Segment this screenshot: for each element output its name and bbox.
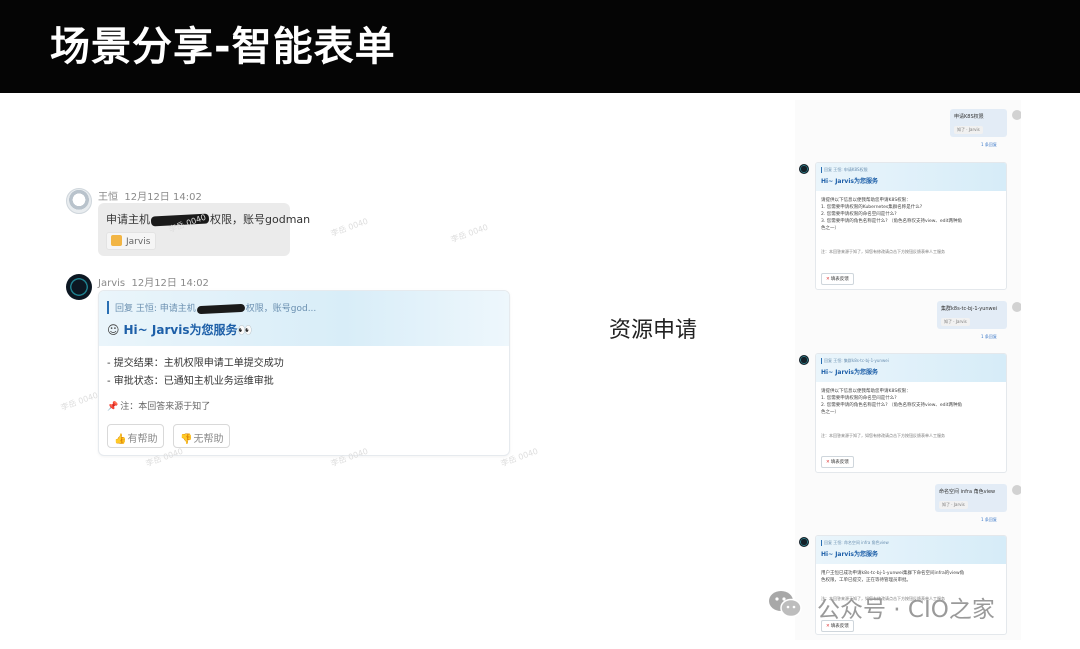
wechat-icon: [769, 591, 802, 618]
jarvis-mention-chip[interactable]: Jarvis: [106, 232, 157, 250]
reply-quote[interactable]: 回复 王恒: 申请主机 权限，账号god...: [107, 301, 316, 314]
title-banner: 场景分享-智能表单: [0, 0, 1080, 93]
wechat-account-watermark: 公众号 · CIO之家: [817, 597, 995, 623]
thumb-bot-card: 回复 王恒: 集群k8s-tc-bj-1-yunwei Hi~ Jarvis为您…: [815, 353, 1007, 473]
thumb-user-bubble: 集群k8s-tc-bj-1-yunwei 知了 · Jarvis: [937, 301, 1007, 329]
thumb-jarvis-avatar: [799, 537, 809, 547]
result-line: - 提交结果：主机权限申请工单提交成功: [107, 358, 284, 369]
user-time: 12月12日 14:02: [124, 192, 202, 203]
bot-meta: Jarvis 12月12日 14:02: [98, 274, 209, 289]
pin-icon: 📌: [107, 402, 119, 412]
thumbs-down-icon: 👎: [180, 434, 193, 445]
thumb-reply-count[interactable]: 1 条回复: [981, 517, 997, 523]
watermark-text: 李岳 0040: [59, 390, 100, 413]
close-icon: ✕: [826, 460, 830, 465]
thumb-jarvis-chip: 知了 · Jarvis: [954, 126, 983, 134]
card-header: 回复 王恒: 申请主机 权限，账号god... ☺ Hi~ Jarvis为您服务👀: [99, 291, 509, 346]
thumb-reply-count[interactable]: 1 条回复: [981, 334, 997, 340]
watermark-text: 李岳 0040: [329, 216, 370, 239]
close-icon: ✕: [826, 277, 830, 282]
user-avatar[interactable]: [66, 188, 92, 214]
bot-response-card: 回复 王恒: 申请主机 权限，账号god... ☺ Hi~ Jarvis为您服务👀 …: [98, 290, 510, 456]
watermark-text: 李岳 0040: [449, 222, 490, 245]
thumb-reply-count[interactable]: 1 条回复: [981, 142, 997, 148]
bot-face-icon: ☺: [107, 323, 120, 337]
thumb-user-bubble: 命名空间 infra 角色view 知了 · Jarvis: [935, 484, 1007, 512]
thumb-jarvis-avatar: [799, 355, 809, 365]
bot-name: Jarvis: [98, 278, 126, 289]
thumb-feedback-button[interactable]: ✕填表反馈: [821, 456, 854, 468]
thumb-user-avatar: [1012, 302, 1021, 312]
page-title: 场景分享-智能表单: [50, 24, 396, 70]
jarvis-avatar[interactable]: [66, 274, 92, 300]
thumbs-up-icon: 👍: [114, 434, 127, 445]
redacted-block: [196, 303, 245, 314]
bot-time: 12月12日 14:02: [131, 278, 209, 289]
thumb-feedback-button[interactable]: ✕填表反馈: [821, 273, 854, 285]
eyes-emoji: 👀: [237, 323, 253, 337]
thumb-bot-card: 回复 王恒: 申请K8S权限 Hi~ Jarvis为您服务 请提供以下信息以便我…: [815, 162, 1007, 290]
card-greeting: ☺ Hi~ Jarvis为您服务👀: [107, 323, 253, 337]
thumb-user-bubble: 申请K8S权限 知了 · Jarvis: [950, 109, 1007, 137]
user-meta: 王恒 12月12日 14:02: [98, 188, 202, 203]
chat-thumbnail: 申请K8S权限 知了 · Jarvis 1 条回复 回复 王恒: 申请K8S权限…: [795, 100, 1021, 640]
thumb-user-avatar: [1012, 485, 1021, 495]
user-message-bubble: 申请主机 权限，账号godman Jarvis: [98, 203, 310, 256]
scene-label: 资源申请: [609, 318, 698, 343]
helpful-button[interactable]: 👍有帮助: [107, 424, 165, 448]
thumb-greeting: Hi~ Jarvis为您服务: [821, 178, 878, 185]
app-icon: [111, 235, 122, 246]
unhelpful-button[interactable]: 👎无帮助: [173, 424, 231, 448]
status-line: - 审批状态：已通知主机业务运维审批: [107, 376, 274, 387]
thumb-user-avatar: [1012, 110, 1021, 120]
close-icon: ✕: [826, 624, 830, 629]
thumb-jarvis-avatar: [799, 164, 809, 174]
source-note: 📌 注：本回答来源于知了: [107, 402, 211, 412]
user-name: 王恒: [98, 192, 118, 203]
user-message-text: 申请主机 权限，账号godman: [106, 213, 311, 227]
